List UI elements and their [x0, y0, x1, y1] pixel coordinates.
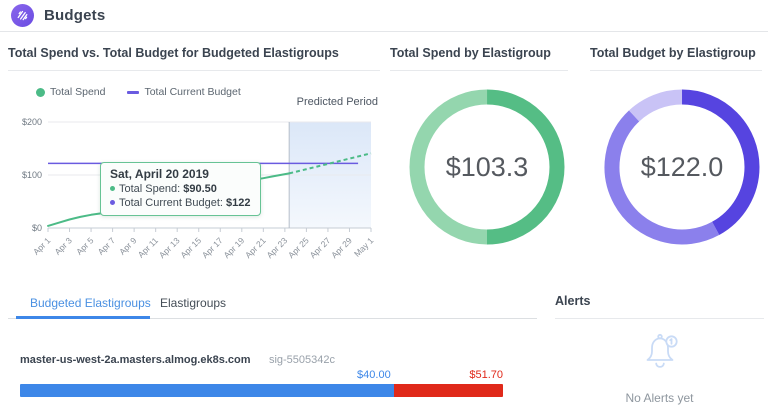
tooltip-value: $122	[226, 197, 250, 209]
spend-vs-budget-panel: Total Spend vs. Total Budget for Budgete…	[8, 40, 380, 285]
total-spend-marker-icon	[36, 88, 45, 97]
total-spend-donut-panel: Total Spend by Elastigroup $103.3	[390, 40, 568, 280]
svg-text:Apr 17: Apr 17	[200, 235, 225, 260]
panel-divider	[590, 70, 762, 71]
chart-tooltip: Sat, April 20 2019 Total Spend: $90.50 T…	[100, 162, 261, 216]
no-alerts-text: No Alerts yet	[555, 391, 764, 405]
spend-vs-budget-chart: $0$100$200Apr 1Apr 3Apr 5Apr 7Apr 9Apr 1…	[8, 112, 380, 282]
panel-divider	[390, 70, 568, 71]
purple-bullet-icon	[110, 200, 115, 205]
svg-text:Apr 5: Apr 5	[74, 235, 96, 257]
svg-text:Apr 19: Apr 19	[221, 235, 246, 260]
alerts-panel: Alerts No Alerts yet	[555, 288, 764, 410]
total-spend-donut-title: Total Spend by Elastigroup	[390, 46, 551, 60]
legend-label: Total Spend	[50, 86, 105, 98]
alerts-title: Alerts	[555, 294, 590, 308]
chart-legend: Total Spend Total Current Budget	[36, 86, 241, 98]
alerts-empty-state	[555, 328, 764, 381]
predicted-period-label: Predicted Period	[297, 96, 378, 108]
tab-elastigroups[interactable]: Elastigroups	[160, 296, 226, 310]
panel-divider	[555, 318, 764, 319]
bell-icon	[638, 328, 682, 376]
legend-label: Total Current Budget	[144, 86, 240, 98]
tab-budgeted-elastigroups[interactable]: Budgeted Elastigroups	[30, 296, 151, 310]
svg-text:Apr 1: Apr 1	[31, 235, 53, 257]
budgets-dashboard: Budgets Total Spend vs. Total Budget for…	[0, 0, 768, 414]
bar-spend-label: $40.00	[357, 369, 394, 381]
spend-vs-budget-title: Total Spend vs. Total Budget for Budgete…	[8, 46, 339, 60]
elastigroup-name[interactable]: master-us-west-2a.masters.almog.ek8s.com	[20, 354, 251, 366]
active-tab-underline	[16, 316, 150, 319]
svg-text:May 1: May 1	[352, 235, 376, 259]
tooltip-row-total-spend: Total Spend: $90.50	[110, 182, 251, 196]
svg-text:$100: $100	[22, 170, 42, 180]
elastigroups-section: Budgeted Elastigroups Elastigroups maste…	[8, 288, 537, 408]
panel-divider	[8, 70, 380, 71]
svg-text:Apr 15: Apr 15	[178, 235, 203, 260]
total-budget-donut-panel: Total Budget by Elastigroup $122.0	[590, 40, 762, 280]
tooltip-value: $90.50	[183, 183, 217, 195]
svg-text:Apr 25: Apr 25	[286, 235, 311, 260]
svg-text:Apr 13: Apr 13	[157, 235, 182, 260]
legend-item-total-current-budget[interactable]: Total Current Budget	[127, 86, 240, 98]
green-bullet-icon	[110, 186, 115, 191]
total-budget-donut-title: Total Budget by Elastigroup	[590, 46, 756, 60]
svg-text:Apr 11: Apr 11	[136, 235, 161, 260]
total-spend-donut-chart: $103.3	[407, 87, 567, 252]
tooltip-label: Total Current Budget:	[119, 197, 223, 209]
tooltip-date: Sat, April 20 2019	[110, 167, 251, 181]
budget-bar-labels: $40.00 $51.70	[20, 369, 503, 383]
elastigroup-row[interactable]: master-us-west-2a.masters.almog.ek8s.com…	[20, 350, 335, 368]
svg-text:$0: $0	[32, 223, 42, 233]
svg-text:Apr 7: Apr 7	[96, 235, 118, 257]
budget-bar-spend	[20, 384, 394, 397]
donut-svg: $122.0	[602, 87, 762, 247]
tooltip-label: Total Spend:	[119, 183, 180, 195]
elastigroup-sig: sig-5505342c	[269, 354, 335, 366]
svg-text:Apr 21: Apr 21	[243, 235, 268, 260]
bar-total-label: $51.70	[469, 369, 503, 381]
svg-text:Apr 29: Apr 29	[329, 235, 354, 260]
svg-text:$122.0: $122.0	[641, 152, 724, 182]
legend-item-total-spend[interactable]: Total Spend	[36, 86, 105, 98]
donut-svg: $103.3	[407, 87, 567, 247]
svg-text:Apr 3: Apr 3	[53, 235, 75, 257]
budget-progress-bar	[20, 384, 503, 397]
spotinst-logo[interactable]	[11, 4, 34, 27]
total-current-budget-marker-icon	[127, 91, 139, 94]
svg-text:$200: $200	[22, 117, 42, 127]
budget-bar-over	[394, 384, 503, 397]
svg-text:Apr 23: Apr 23	[264, 235, 289, 260]
svg-text:$103.3: $103.3	[446, 152, 529, 182]
total-budget-donut-chart: $122.0	[602, 87, 762, 252]
tooltip-row-total-current-budget: Total Current Budget: $122	[110, 196, 251, 210]
logo-stripes-icon	[15, 8, 30, 23]
svg-text:Apr 27: Apr 27	[308, 235, 333, 260]
page-title: Budgets	[44, 7, 105, 24]
app-header: Budgets	[0, 0, 768, 32]
